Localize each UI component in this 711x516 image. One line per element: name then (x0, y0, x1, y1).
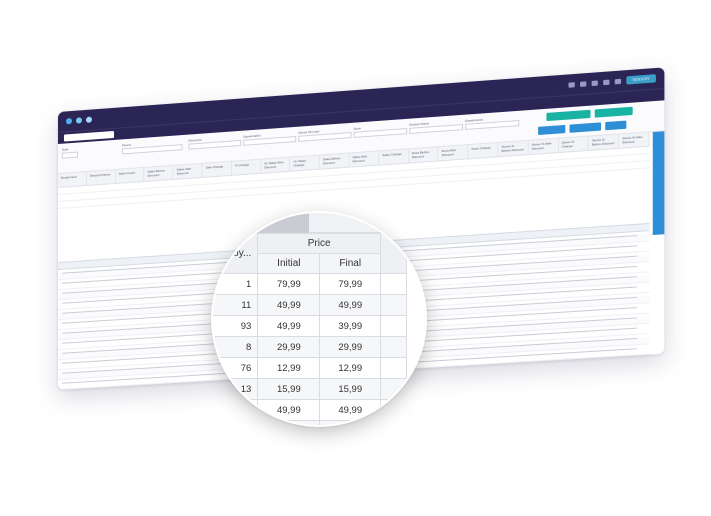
next-cell (380, 399, 407, 421)
final-price-cell: 79,99 (319, 273, 382, 295)
window-dot-icon[interactable] (75, 117, 82, 124)
price-table: olvoy... Price Initial Final 1 79,99 79,99… (213, 233, 407, 425)
final-price-cell: 59,99 (319, 420, 382, 425)
pivot-column-header[interactable]: Dues After Discount (438, 145, 469, 161)
final-price-cell: 15,99 (319, 378, 382, 400)
pivot-column-header[interactable]: Dues Before Discount (408, 147, 439, 163)
filter-product-name[interactable]: Product Name (409, 119, 464, 134)
pivot-column-header[interactable]: Stores % Before Discount (588, 134, 620, 150)
filter-store-type[interactable]: Stores (%) type (298, 127, 352, 142)
pivot-column-header[interactable]: Un Sales After Discount (261, 157, 291, 173)
settings-icon[interactable] (602, 79, 610, 85)
filter-date[interactable]: Date (61, 147, 78, 159)
window-dot-icon[interactable] (85, 116, 92, 123)
filter-store[interactable]: Store (353, 123, 408, 138)
filter-supermarket[interactable]: Supermarket (243, 131, 297, 146)
count-cell: 76 (213, 357, 259, 379)
initial-price-cell: 49,99 (257, 315, 321, 337)
count-cell: 93 (213, 315, 259, 337)
pivot-column-header[interactable]: Stores % Before Discount (498, 140, 529, 157)
help-icon[interactable] (614, 78, 621, 84)
next-column-header[interactable] (380, 233, 407, 274)
initial-price-cell: 12,99 (257, 357, 321, 379)
next-cell (380, 357, 407, 379)
price-row[interactable]: 1 79,99 79,99 (213, 273, 407, 295)
grid-icon[interactable] (579, 80, 587, 87)
next-cell (380, 378, 407, 400)
count-cell: 13 (213, 378, 259, 400)
next-cell (380, 315, 407, 337)
magnifier-lens: olvoy... Price Initial Final 1 79,99 79,99… (213, 213, 425, 425)
export-button[interactable] (569, 122, 602, 133)
initial-price-cell: 29,99 (257, 336, 321, 358)
magnifier-toolbar (213, 213, 425, 233)
initial-price-header[interactable]: Initial (257, 253, 321, 274)
pivot-column-header[interactable]: Un Sales Change (290, 155, 320, 171)
price-row[interactable]: 76 12,99 12,99 (213, 357, 407, 379)
final-price-header[interactable]: Final (319, 253, 382, 274)
pivot-column-header[interactable]: Sales Before Discount (144, 165, 174, 181)
count-cell: 11 (213, 294, 259, 316)
next-cell (380, 294, 407, 316)
count-cell: 8 (213, 336, 259, 358)
final-price-cell: 49,99 (319, 399, 382, 421)
initial-price-cell (257, 420, 321, 425)
pivot-column-header[interactable]: Stores % Change (558, 136, 589, 153)
filter-discounts[interactable]: Discounts (188, 135, 242, 150)
side-panel-tab[interactable] (652, 131, 665, 236)
price-row[interactable]: 93 49,99 39,99 (213, 315, 407, 337)
price-row[interactable]: 8 29,99 29,99 (213, 336, 407, 358)
pivot-column-header[interactable]: Discount Name (86, 169, 116, 185)
final-price-cell: 29,99 (319, 336, 382, 358)
pivot-column-header[interactable]: Sales Before Discount (319, 153, 350, 169)
brand-badge: SOLVOY (626, 74, 656, 85)
count-cell (213, 420, 259, 425)
pivot-column-header[interactable]: Sales Count (115, 167, 145, 183)
pivot-column-header[interactable]: Sales Change (379, 149, 409, 165)
price-row[interactable]: 301 49,99 49,99 (213, 399, 407, 421)
user-icon[interactable] (568, 81, 575, 88)
count-cell: 301 (213, 399, 259, 421)
more-button[interactable] (605, 120, 627, 131)
pivot-column-header[interactable]: Sales After Discount (173, 163, 203, 179)
pivot-column-header[interactable]: Sale Change (202, 161, 232, 177)
price-row[interactable]: 13 15,99 15,99 (213, 378, 407, 400)
count-column-header[interactable]: olvoy... (213, 233, 259, 274)
next-cell (380, 336, 407, 358)
pivot-column-header[interactable]: Dues Change (468, 142, 499, 159)
mail-icon[interactable] (591, 79, 598, 86)
pivot-column-header[interactable]: Stores % After Discount (528, 138, 559, 155)
price-group-header: Price (257, 233, 382, 254)
filter-apply-button[interactable] (546, 109, 591, 122)
initial-price-cell: 49,99 (257, 399, 321, 421)
final-price-cell: 39,99 (319, 315, 382, 337)
initial-price-cell: 49,99 (257, 294, 321, 316)
initial-price-cell: 79,99 (257, 273, 321, 295)
screenshot-stage: SOLVOY Date Period Discounts Supermarket… (0, 0, 711, 516)
final-price-cell: 49,99 (319, 294, 382, 316)
window-dot-icon[interactable] (65, 117, 72, 125)
filter-departments[interactable]: Departments (465, 115, 520, 130)
price-row[interactable]: 11 49,99 49,99 (213, 294, 407, 316)
final-price-cell: 12,99 (319, 357, 382, 379)
filter-period[interactable]: Period (122, 139, 183, 155)
clear-button[interactable] (594, 106, 633, 118)
count-cell: 1 (213, 273, 259, 295)
compare-button[interactable] (538, 124, 566, 136)
initial-price-cell: 15,99 (257, 378, 321, 400)
pivot-column-header[interactable]: Department (58, 171, 87, 187)
next-cell (380, 273, 407, 295)
pivot-column-header[interactable]: Stores % After Discount (619, 132, 650, 148)
price-row[interactable]: 59,99 (213, 420, 407, 425)
next-cell (380, 420, 407, 425)
pivot-column-header[interactable]: % Change (231, 159, 262, 175)
pivot-column-header[interactable]: Sales After Discount (349, 151, 380, 167)
